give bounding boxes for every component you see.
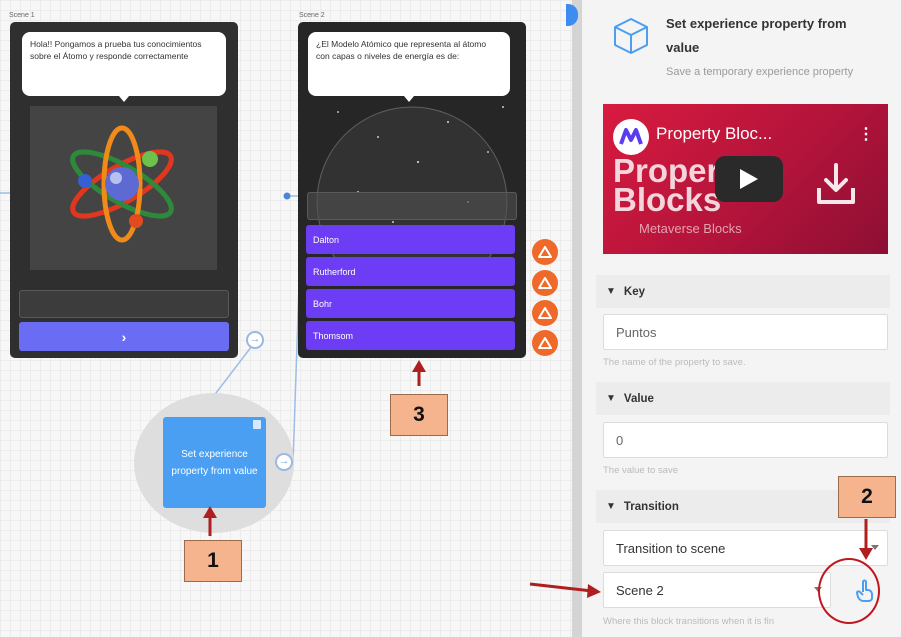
collapse-triangle-icon: ▼ bbox=[606, 501, 616, 512]
video-channel-name: Metaverse Blocks bbox=[639, 221, 742, 236]
video-thumbnail[interactable]: Property Bloc... ⋮ Property Blocks Metav… bbox=[603, 104, 888, 254]
play-icon bbox=[740, 169, 758, 189]
scene-select[interactable]: Scene 2 bbox=[603, 572, 831, 608]
video-title: Property Bloc... bbox=[656, 124, 773, 143]
transition-heading: Transition bbox=[623, 500, 679, 513]
annotation-box: 2 bbox=[838, 476, 896, 518]
key-heading: Key bbox=[623, 285, 646, 298]
value-input[interactable]: 0 bbox=[603, 422, 888, 458]
play-button[interactable] bbox=[715, 156, 783, 202]
annotation-box: 3 bbox=[390, 394, 448, 436]
annotation-circle bbox=[818, 558, 880, 624]
collapse-triangle-icon: ▼ bbox=[606, 393, 616, 404]
key-input[interactable]: Puntos bbox=[603, 314, 888, 350]
annotation-box: 1 bbox=[184, 540, 242, 582]
transition-hint: Where this block transitions when it is … bbox=[603, 616, 775, 627]
more-options-icon[interactable]: ⋮ bbox=[858, 124, 874, 144]
value-heading: Value bbox=[623, 392, 654, 405]
value-hint: The value to save bbox=[603, 465, 678, 476]
panel-divider[interactable] bbox=[572, 0, 582, 637]
scene-select-value: Scene 2 bbox=[616, 582, 664, 598]
value-section-header[interactable]: ▼ Value bbox=[596, 382, 890, 415]
flow-canvas[interactable]: Scene 1 Hola!! Pongamos a prueba tus con… bbox=[0, 0, 572, 637]
key-hint: The name of the property to save. bbox=[603, 357, 746, 368]
chevron-down-icon bbox=[871, 545, 879, 550]
annotation-arrows bbox=[203, 360, 426, 536]
properties-panel: Set experience property from value Save … bbox=[582, 0, 901, 637]
panel-title: Set experience property from value bbox=[666, 16, 847, 55]
key-section-header[interactable]: ▼ Key bbox=[596, 275, 890, 308]
download-icon bbox=[817, 163, 855, 204]
channel-logo-icon bbox=[613, 119, 649, 155]
collapse-triangle-icon: ▼ bbox=[606, 286, 616, 297]
cube-icon bbox=[614, 18, 648, 54]
panel-subtitle: Save a temporary experience property bbox=[666, 66, 854, 78]
transition-mode-value: Transition to scene bbox=[616, 540, 726, 556]
